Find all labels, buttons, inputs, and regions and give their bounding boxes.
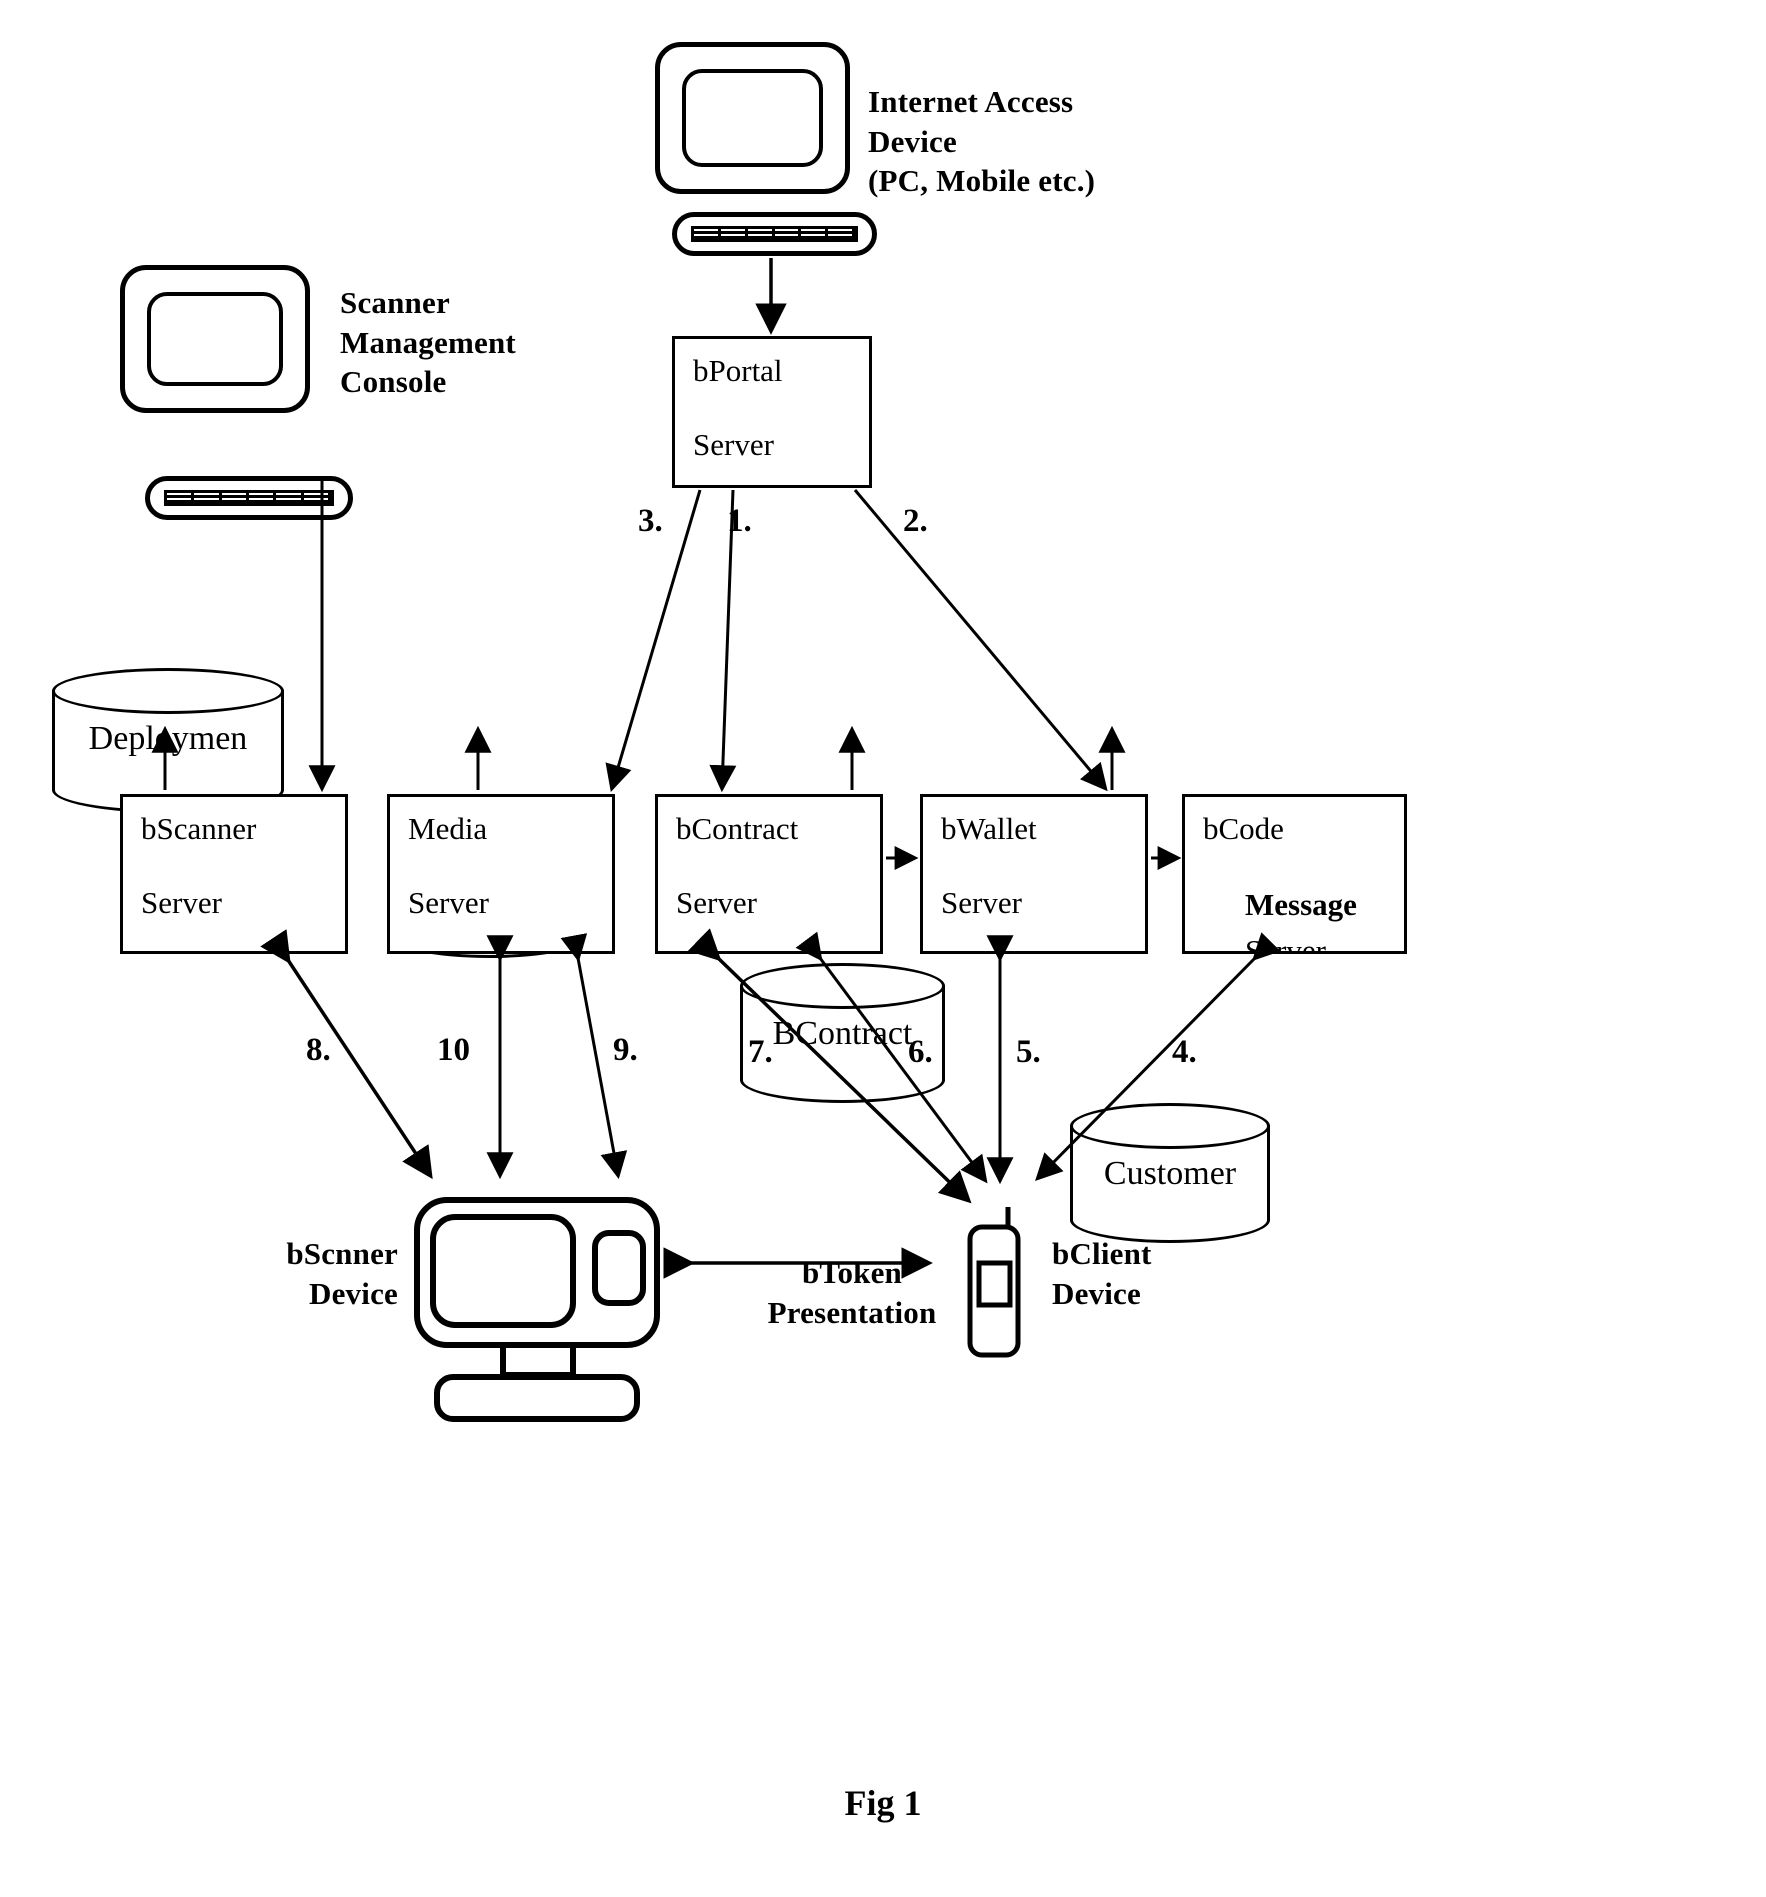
btoken-presentation-label: bToken Presentation: [742, 1253, 962, 1332]
figure-caption: Fig 1: [844, 1783, 922, 1823]
database-bcontract[interactable]: BContract: [740, 963, 945, 1103]
bscanner-device-icon[interactable]: [405, 1195, 670, 1445]
bcode-server-line2: Message: [1245, 887, 1357, 922]
bscanner-device-label-line1: bScnner: [286, 1236, 398, 1271]
bwallet-server-line2: Server: [941, 885, 1022, 920]
flow-number-8: 8.: [306, 1032, 331, 1068]
internet-access-device-keyboard: [672, 212, 877, 256]
bcontract-server-line2: Server: [676, 885, 757, 920]
bscanner-device-label: bScnner Device: [278, 1234, 398, 1313]
flow-number-10: 10: [437, 1032, 470, 1068]
flow-number-6: 6.: [908, 1034, 933, 1070]
database-deployment[interactable]: Deploymen: [52, 668, 284, 813]
media-server-box[interactable]: Media Server: [387, 794, 615, 954]
media-server-line2: Server: [408, 885, 489, 920]
internet-access-device-label-line3: (PC, Mobile etc.): [868, 163, 1096, 199]
bclient-device-label: bClient Device: [1052, 1234, 1152, 1313]
bclient-device-label-line2: Device: [1052, 1275, 1141, 1311]
scanner-console-label-line2: Management: [340, 324, 516, 360]
figure-canvas: Internet Access Device (PC, Mobile etc.)…: [0, 0, 1766, 1897]
scanner-console-label-line3: Console: [340, 364, 447, 400]
scanner-management-console-keyboard: [145, 476, 353, 520]
bscanner-server-line2: Server: [141, 885, 222, 920]
bcontract-server-box[interactable]: bContract Server: [655, 794, 883, 954]
flow-number-2: 2.: [903, 503, 928, 539]
bcode-server-line3: Server: [1245, 933, 1326, 954]
internet-access-device-label-line1: Internet Access: [868, 84, 1074, 119]
btoken-label-line1: bToken: [801, 1255, 902, 1290]
bportal-server-line1: bPortal: [693, 353, 783, 388]
flow-number-7: 7.: [748, 1034, 773, 1070]
scanner-management-console-monitor: [120, 265, 310, 413]
media-server-line1: Media: [408, 811, 488, 846]
database-customer[interactable]: Customer: [1070, 1103, 1270, 1243]
database-customer-label: Customer: [1103, 1155, 1237, 1192]
internet-access-device-monitor: [655, 42, 850, 194]
bscanner-server-box[interactable]: bScanner Server: [120, 794, 348, 954]
scanner-console-label-line1: Scanner: [340, 285, 450, 320]
flow-number-4: 4.: [1172, 1034, 1197, 1070]
internet-access-device-label-line2: Device: [868, 123, 957, 159]
flow-number-9: 9.: [613, 1032, 638, 1068]
bwallet-server-box[interactable]: bWallet Server: [920, 794, 1148, 954]
bwallet-server-line1: bWallet: [941, 811, 1037, 846]
bportal-server-box[interactable]: bPortal Server: [672, 336, 872, 488]
bcode-message-server-box[interactable]: bCode Message Server: [1182, 794, 1407, 954]
bscanner-device-label-line2: Device: [309, 1275, 398, 1311]
bcontract-server-line1: bContract: [676, 811, 799, 846]
bclient-device-label-line1: bClient: [1052, 1236, 1152, 1271]
flow-number-3: 3.: [638, 503, 663, 539]
btoken-label-line2: Presentation: [767, 1294, 937, 1330]
flow-number-5: 5.: [1016, 1034, 1041, 1070]
bscanner-server-line1: bScanner: [141, 811, 257, 846]
scanner-management-console-label: Scanner Management Console: [340, 283, 516, 402]
bportal-server-line2: Server: [693, 427, 774, 462]
flow-number-1: 1.: [727, 503, 752, 539]
bcode-server-line1: bCode: [1203, 811, 1284, 846]
internet-access-device-label: Internet Access Device (PC, Mobile etc.): [868, 82, 1095, 201]
database-deployment-label: Deploymen: [88, 720, 248, 757]
bclient-device-icon[interactable]: [960, 1205, 1035, 1365]
